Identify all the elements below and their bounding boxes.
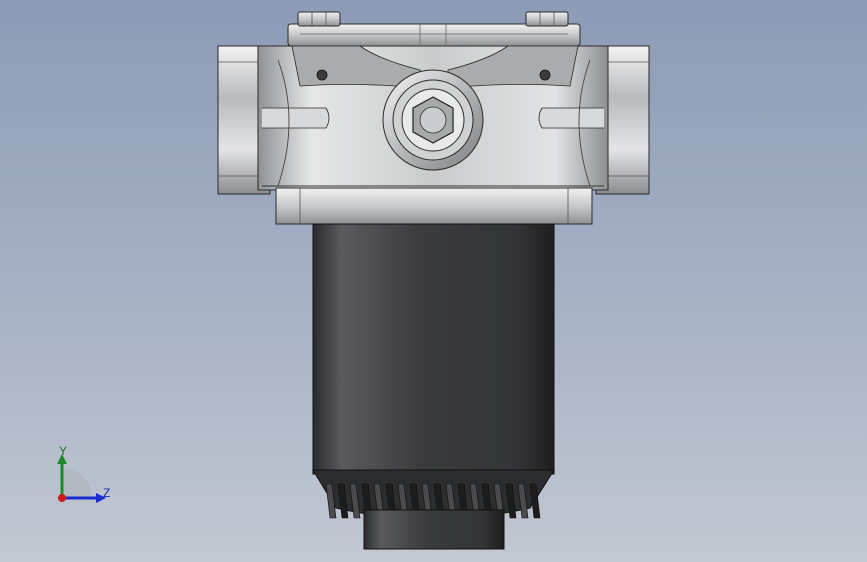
orientation-triad[interactable]: Y Z	[40, 438, 130, 518]
head-flange	[275, 187, 593, 225]
bolt-left	[297, 11, 341, 27]
z-axis-label: Z	[103, 486, 111, 500]
y-axis-label: Y	[59, 444, 68, 458]
bolt-right	[525, 11, 569, 27]
drain-cap	[363, 509, 505, 550]
triad-plane-icon	[62, 468, 92, 498]
x-axis-dot-icon	[58, 494, 66, 502]
filter-bowl	[312, 223, 555, 520]
gauge-port-boss	[382, 69, 484, 171]
filter-housing-model[interactable]	[0, 0, 867, 562]
graphics-viewport[interactable]: Y Z	[0, 0, 867, 562]
